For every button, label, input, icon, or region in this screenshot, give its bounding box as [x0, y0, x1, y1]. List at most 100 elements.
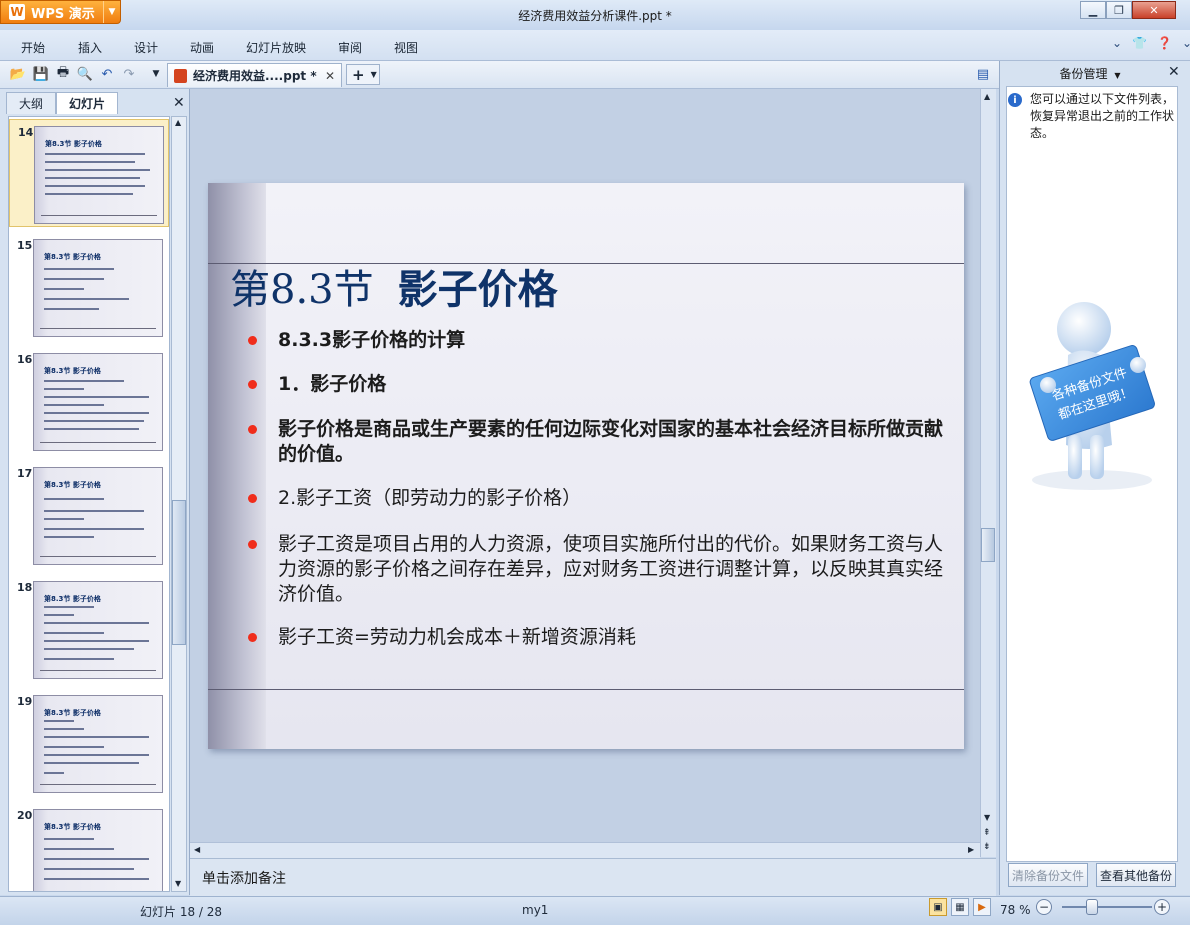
backup-illustration: 各种备份文件 都在这里哦！ [1008, 145, 1176, 860]
menu-item-home[interactable]: 开始 [21, 39, 45, 56]
scroll-up-icon[interactable]: ▲ [175, 118, 181, 127]
backup-panel-title[interactable]: 备份管理 ▼ [1000, 65, 1180, 82]
slide-number: 14 [18, 126, 34, 139]
slideshow-play-icon[interactable]: ▶ [973, 898, 991, 916]
bullet-text: 影子价格是商品或生产要素的任何边际变化对国家的基本社会经济目标所做贡献的价值。 [278, 418, 944, 465]
new-document-button[interactable]: + ▼ [346, 64, 380, 85]
slide-thumbnail[interactable]: 20 第8.3节 影子价格 [9, 803, 169, 891]
close-panel-icon[interactable]: ✕ [173, 95, 185, 111]
minimize-button[interactable]: ▁ [1080, 1, 1106, 19]
thumbnail-title: 第8.3节 影子价格 [45, 140, 102, 148]
slide-thumbnail-list[interactable]: 14 第8.3节 影子价格 15 第8.3节 影子价格 16 第8.3节 影子价… [8, 116, 170, 892]
thumbnail-scroll-thumb[interactable] [172, 500, 186, 645]
slide-vertical-scrollbar[interactable] [980, 89, 996, 857]
bullet-dot [248, 633, 257, 642]
scroll-up-icon[interactable]: ▲ [984, 92, 990, 101]
redo-icon[interactable]: ↷ [121, 66, 137, 82]
slide-thumbnail[interactable]: 19 第8.3节 影子价格 [9, 689, 169, 797]
close-panel-icon[interactable]: ✕ [1168, 64, 1180, 80]
notes-placeholder: 单击添加备注 [202, 871, 286, 887]
scroll-right-icon[interactable]: ▶ [968, 845, 974, 854]
zoom-out-button[interactable]: − [1036, 899, 1052, 915]
chevron-down-icon[interactable]: ▼ [103, 1, 120, 23]
slide-sorter-icon[interactable]: ▦ [951, 898, 969, 916]
clear-backup-button[interactable]: 清除备份文件 [1008, 863, 1088, 887]
notes-pane[interactable]: 单击添加备注 [190, 858, 996, 896]
panel-layout-icon[interactable]: ▤ [975, 66, 991, 82]
slide-title[interactable]: 第8.3节 影子价格 [230, 257, 558, 315]
bullet-text: 影子工资=劳动力机会成本＋新增资源消耗 [278, 626, 636, 648]
menu-item-animation[interactable]: 动画 [190, 39, 214, 56]
bullet-dot [248, 494, 257, 503]
ppt-file-icon [174, 68, 187, 83]
thumbnail-title: 第8.3节 影子价格 [44, 709, 101, 717]
previous-slide-icon[interactable]: ⇞ [983, 828, 991, 838]
slide-horizontal-scrollbar[interactable] [190, 842, 980, 858]
scroll-left-icon[interactable]: ◀ [194, 845, 200, 854]
slide-preview: 第8.3节 影子价格 [33, 353, 163, 451]
menu-item-design[interactable]: 设计 [134, 39, 158, 56]
next-slide-icon[interactable]: ⇟ [983, 842, 991, 852]
slide-preview: 第8.3节 影子价格 [33, 467, 163, 565]
scroll-down-icon[interactable]: ▼ [984, 813, 990, 822]
window-title: 经济费用效益分析课件.ppt * [518, 9, 672, 23]
bullet-text: 1．影子价格 [278, 373, 387, 395]
scroll-down-icon[interactable]: ▼ [175, 879, 181, 888]
slide-preview: 第8.3节 影子价格 [33, 809, 163, 891]
view-switcher: ▣ ▦ ▶ [929, 898, 991, 916]
open-folder-icon[interactable]: 📂 [10, 66, 26, 82]
chevron-down-icon[interactable]: ⌄ [1112, 36, 1122, 50]
zoom-slider-track[interactable] [1062, 906, 1152, 908]
tab-slides[interactable]: 幻灯片 [56, 92, 119, 114]
help-icon[interactable]: ❓ [1157, 36, 1172, 50]
zoom-slider-thumb[interactable] [1086, 899, 1098, 915]
save-icon[interactable]: 💾 [33, 66, 49, 82]
document-tab[interactable]: 经济费用效益....ppt * ✕ [167, 63, 342, 87]
slide-bullet[interactable]: 2.影子工资（即劳动力的影子价格） [248, 486, 948, 511]
slide-preview: 第8.3节 影子价格 [34, 126, 164, 224]
menu-item-view[interactable]: 视图 [394, 39, 418, 56]
slide-vertical-scroll-thumb[interactable] [981, 528, 995, 562]
bullet-text: 8.3.3影子价格的计算 [278, 329, 466, 351]
shirt-skin-icon[interactable]: 👕 [1132, 36, 1147, 50]
close-window-button[interactable]: ✕ [1132, 1, 1176, 19]
bullet-dot [248, 380, 257, 389]
slide-indicator: 幻灯片 18 / 28 [140, 905, 223, 919]
slide-bullet[interactable]: 影子工资是项目占用的人力资源，使项目实施所付出的代价。如果财务工资与人力资源的影… [248, 532, 948, 607]
slide-divider [208, 689, 964, 690]
thumbnail-title: 第8.3节 影子价格 [44, 595, 101, 603]
slide-thumbnail[interactable]: 17 第8.3节 影子价格 [9, 461, 169, 569]
slide-bullet[interactable]: 影子工资=劳动力机会成本＋新增资源消耗 [248, 625, 948, 650]
undo-icon[interactable]: ↶ [99, 66, 115, 82]
view-other-backup-button[interactable]: 查看其他备份 [1096, 863, 1176, 887]
slide-preview: 第8.3节 影子价格 [33, 581, 163, 679]
chevron-down-icon[interactable]: ▼ [371, 70, 377, 79]
slide-thumbnail[interactable]: 15 第8.3节 影子价格 [9, 233, 169, 341]
slide-bullet[interactable]: 影子价格是商品或生产要素的任何边际变化对国家的基本社会经济目标所做贡献的价值。 [248, 417, 948, 467]
slide-title-section: 第8.3节 [230, 267, 374, 313]
bullet-dot [248, 540, 257, 549]
close-tab-icon[interactable]: ✕ [325, 69, 335, 83]
chevron-down-icon[interactable]: ⌄ [1182, 36, 1190, 50]
slide-thumbnail[interactable]: 16 第8.3节 影子价格 [9, 347, 169, 455]
chevron-down-icon[interactable]: ▼ [1114, 71, 1120, 80]
customize-toolbar-icon[interactable]: ▼ [148, 66, 164, 82]
menu-item-insert[interactable]: 插入 [78, 39, 102, 56]
print-preview-icon[interactable]: 🔍 [77, 66, 93, 82]
slide-number: 20 [17, 809, 33, 822]
normal-view-icon[interactable]: ▣ [929, 898, 947, 916]
zoom-in-button[interactable]: + [1154, 899, 1170, 915]
menu-item-review[interactable]: 审阅 [338, 39, 362, 56]
wps-app-menu-button[interactable]: W WPS 演示 ▼ [0, 0, 121, 24]
slide-bullet[interactable]: 1．影子价格 [248, 372, 948, 397]
tab-outline[interactable]: 大纲 [6, 92, 57, 114]
slide-number: 18 [17, 581, 33, 594]
slide-thumbnail[interactable]: 14 第8.3节 影子价格 [9, 119, 169, 227]
slide-bullet[interactable]: 8.3.3影子价格的计算 [248, 328, 948, 353]
menu-item-slideshow[interactable]: 幻灯片放映 [246, 39, 306, 56]
slide[interactable]: 第8.3节 影子价格 8.3.3影子价格的计算 1．影子价格 影子价格是商品或生产… [208, 183, 964, 749]
backup-mascot-illustration: 各种备份文件 都在这里哦！ [1029, 302, 1155, 490]
maximize-button[interactable]: ❐ [1106, 1, 1132, 19]
print-icon[interactable]: 🖶 [55, 65, 71, 82]
slide-thumbnail[interactable]: 18 第8.3节 影子价格 [9, 575, 169, 683]
